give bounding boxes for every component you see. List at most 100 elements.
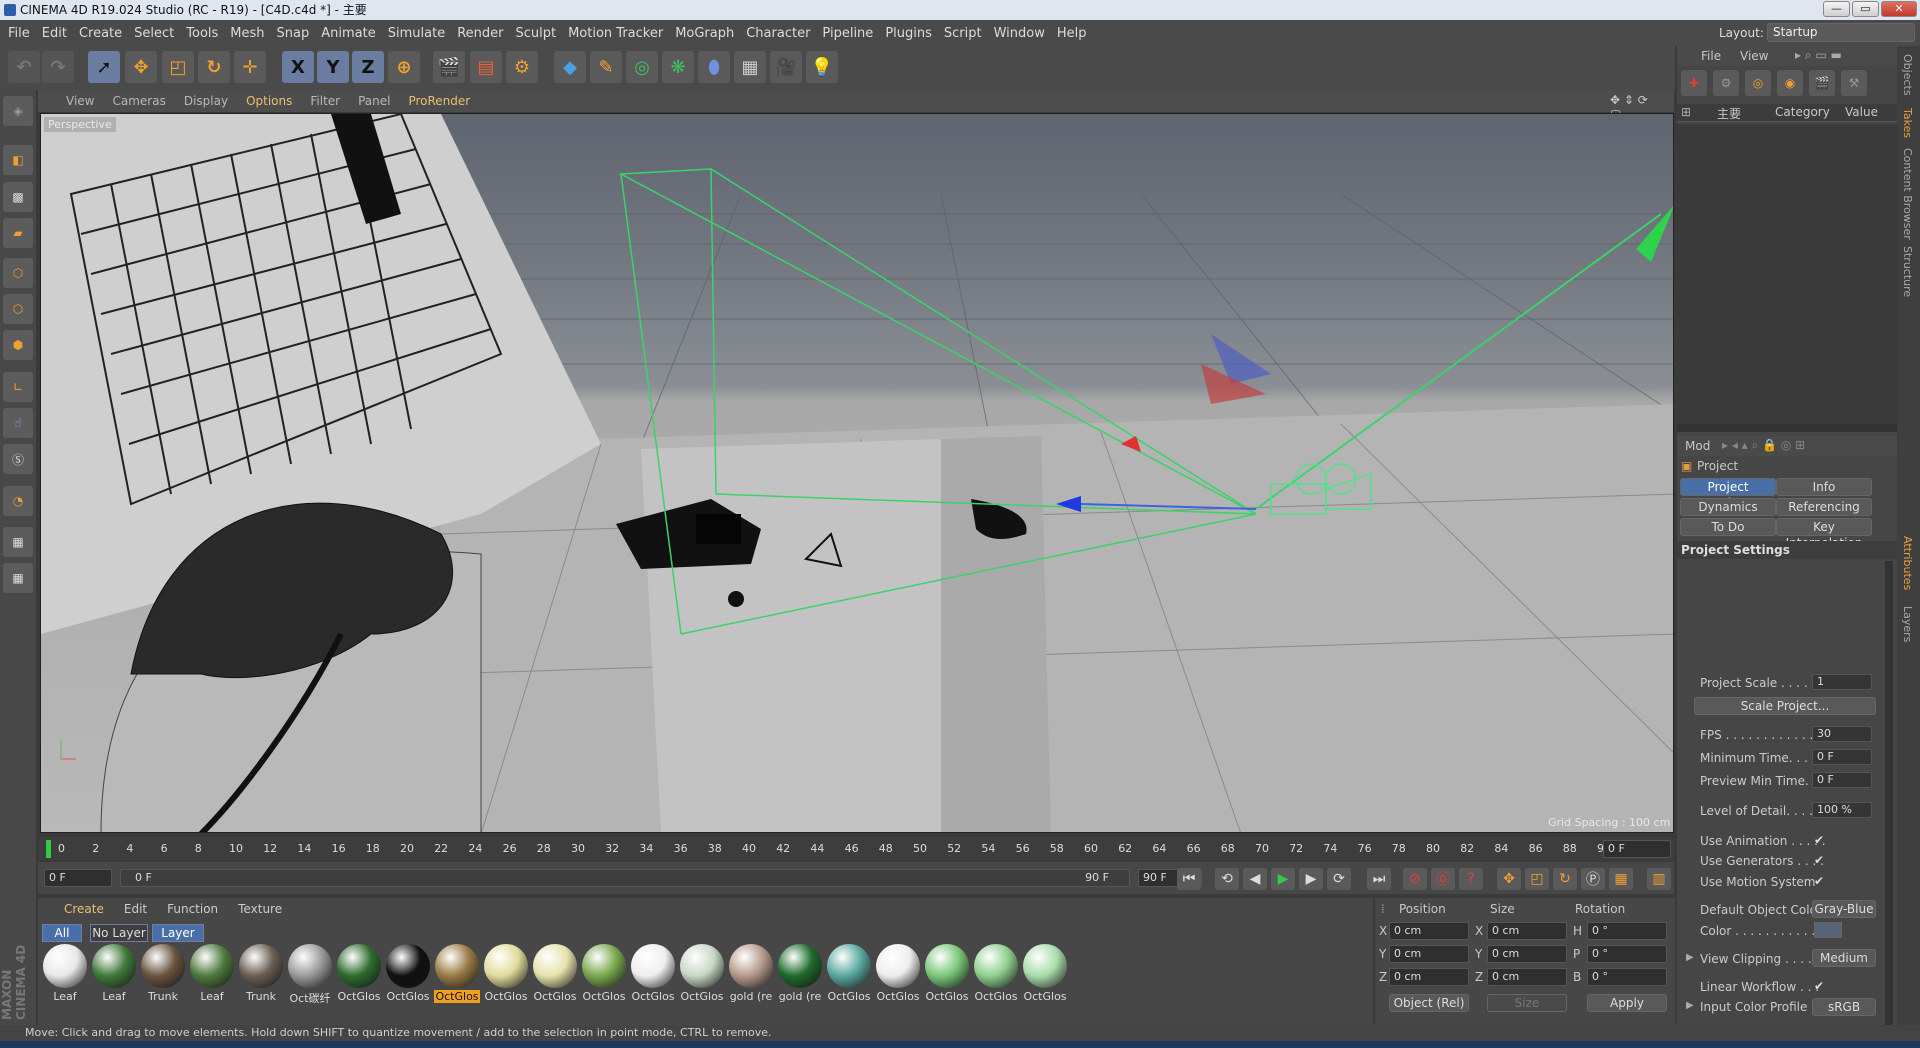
side-tab-layers[interactable]: Layers [1901,606,1914,642]
pen-spline-icon[interactable]: ✎ [590,51,622,83]
scale-project-button[interactable]: Scale Project... [1694,697,1876,715]
viewport-menu-prorender[interactable]: ProRender [408,94,470,108]
attributes-scrollbar[interactable] [1885,561,1893,1036]
menu-render[interactable]: Render [457,26,503,41]
redo-icon[interactable]: ↷ [42,51,74,83]
menu-mograph[interactable]: MoGraph [675,26,734,41]
fps-field[interactable]: 30 [1812,726,1872,742]
scale-icon[interactable]: ◰ [162,51,194,83]
render-settings-icon[interactable]: ⚙ [506,51,538,83]
input-profile-dropdown[interactable]: sRGB [1812,998,1876,1016]
points-mode-icon[interactable]: ⬡ [3,258,33,288]
use-animation-checkbox[interactable]: ✔ [1814,833,1824,847]
material-item[interactable]: OctGlos [483,944,529,1006]
take-lock-icon[interactable]: ◉ [1777,70,1803,96]
menu-window[interactable]: Window [994,26,1045,41]
take-toggle-icon[interactable]: ⊞ [1681,105,1691,119]
takes-scrollbar[interactable] [1677,424,1897,432]
key-position-icon[interactable]: ✥ [1497,868,1521,890]
magnet-icon[interactable]: ◔ [3,486,33,516]
filter-no-layer[interactable]: No Layer [90,924,148,942]
next-key-icon[interactable]: ⟳ [1327,868,1351,890]
menu-snap[interactable]: Snap [277,26,310,41]
pos-y-field[interactable]: 0 cm [1389,945,1469,963]
side-tab-content-browser[interactable]: Content Browser [1901,148,1914,240]
material-menu-edit[interactable]: Edit [124,902,147,916]
color-swatch[interactable] [1814,922,1842,938]
x-axis-button[interactable]: X [282,51,314,83]
material-item[interactable]: Leaf [42,944,88,1006]
z-axis-button[interactable]: Z [352,51,384,83]
tab-referencing[interactable]: Referencing [1776,498,1872,516]
objects-menu-view[interactable]: View [1740,49,1768,63]
default-color-dropdown[interactable]: Gray-Blue [1812,900,1876,918]
move-icon[interactable]: ✥ [125,51,157,83]
material-item[interactable]: OctGlos [581,944,627,1006]
take-render-icon[interactable]: 🎬 [1809,70,1835,96]
menu-simulate[interactable]: Simulate [388,26,445,41]
time-range-slider[interactable]: 0 F 90 F [120,869,1130,887]
viewport-menu-panel[interactable]: Panel [358,94,390,108]
material-item[interactable]: Oct碳纤 [287,944,333,1006]
size-mode-dropdown[interactable]: Size [1487,994,1567,1012]
menu-help[interactable]: Help [1057,26,1087,41]
autokey-icon[interactable]: ⓪ [1431,868,1455,890]
viewport-menu-view[interactable]: View [66,94,94,108]
render-picture-viewer-icon[interactable]: ▤ [470,51,502,83]
menu-pipeline[interactable]: Pipeline [822,26,873,41]
key-pla-icon[interactable]: ▦ [1609,868,1633,890]
use-motion-checkbox[interactable]: ✔ [1814,874,1824,888]
attributes-mode-menu[interactable]: Mod [1685,439,1710,453]
render-view-icon[interactable]: 🎬 [433,51,465,83]
side-tab-objects[interactable]: Objects [1901,54,1914,96]
tab-to-do[interactable]: To Do [1680,518,1776,536]
snap-icon[interactable]: Ⓢ [3,444,33,474]
material-item[interactable]: OctGlos [532,944,578,1006]
subdivision-icon[interactable]: ◎ [626,51,658,83]
size-z-field[interactable]: 0 cm [1487,968,1567,986]
menu-tools[interactable]: Tools [186,26,218,41]
project-scale-field[interactable]: 1 [1812,674,1872,690]
transform-icon[interactable]: ✛ [234,51,266,83]
filter-all[interactable]: All [42,924,82,942]
material-item[interactable]: OctGlos [336,944,382,1006]
rotate-icon[interactable]: ↻ [198,51,230,83]
menu-script[interactable]: Script [944,26,982,41]
menu-file[interactable]: File [8,26,30,41]
polygons-mode-icon[interactable]: ⬢ [3,330,33,360]
tab-project-settings[interactable]: Project Settings [1680,478,1776,510]
key-rotation-icon[interactable]: ↻ [1553,868,1577,890]
material-menu-create[interactable]: Create [64,902,104,916]
cloner-icon[interactable]: ❋ [662,51,694,83]
layout-select[interactable]: Startup [1767,23,1915,42]
menu-motion-tracker[interactable]: Motion Tracker [568,26,663,41]
viewport-menu-display[interactable]: Display [184,94,228,108]
tab-dynamics[interactable]: Dynamics [1680,498,1776,516]
material-item[interactable]: gold (re [777,944,823,1006]
deformer-icon[interactable]: ⬮ [698,51,730,83]
material-item[interactable]: Trunk [140,944,186,1006]
objects-menu-file[interactable]: File [1701,49,1721,63]
light-icon[interactable]: 💡 [806,51,838,83]
material-item[interactable]: OctGlos [434,944,480,1006]
cube-icon[interactable]: ◆ [554,51,586,83]
menu-character[interactable]: Character [746,26,810,41]
input-profile-expand-icon[interactable]: ▶ [1686,1000,1694,1011]
new-take-icon[interactable]: ✚ [1681,70,1707,96]
menu-animate[interactable]: Animate [321,26,375,41]
linear-workflow-checkbox[interactable]: ✔ [1814,979,1824,993]
viewport-menu-filter[interactable]: Filter [310,94,340,108]
go-to-end-icon[interactable]: ⏭ [1367,868,1391,890]
start-frame-field[interactable]: 0 F [44,869,112,887]
previous-frame-icon[interactable]: ◀ [1243,868,1267,890]
workplane-icon[interactable]: ▰ [3,218,33,248]
material-item[interactable]: Leaf [189,944,235,1006]
current-frame-field[interactable]: 0 F [1603,840,1671,858]
floor-icon[interactable]: ▦ [734,51,766,83]
view-clipping-expand-icon[interactable]: ▶ [1686,952,1694,963]
viewport-menu-cameras[interactable]: Cameras [112,94,165,108]
material-item[interactable]: OctGlos [826,944,872,1006]
rot-p-field[interactable]: 0 ° [1587,945,1667,963]
tab-key-interpolation[interactable]: Key Interpolation [1776,518,1872,550]
next-frame-icon[interactable]: ▶ [1299,868,1323,890]
